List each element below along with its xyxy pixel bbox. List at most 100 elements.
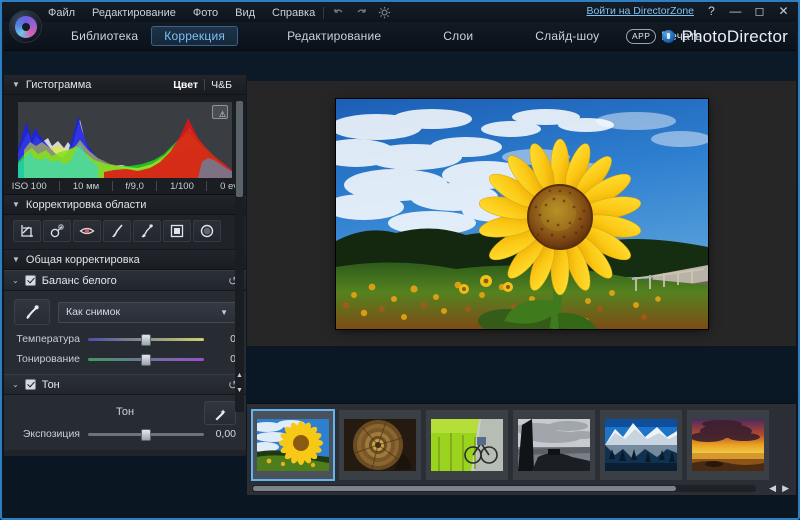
flag-filter-icon[interactable]: ▼ [364,380,401,399]
temperature-slider[interactable] [88,338,204,341]
flag-reject-icon[interactable] [415,356,427,367]
copy-button[interactable]: Копировать... [12,464,123,483]
rating-dots[interactable] [446,359,494,363]
rating-dot[interactable] [446,359,450,363]
photo-canvas[interactable] [247,81,796,346]
flag-pick-icon[interactable] [401,356,413,367]
spot-removal-icon[interactable] [43,220,71,242]
app-badge[interactable]: APP [626,29,657,44]
histogram-graph[interactable] [18,102,232,178]
photo-only-view-icon[interactable] [282,56,307,75]
tone-header[interactable]: ⌄ Тон ↺ [4,374,246,395]
tab-preset[interactable]: Пресет [127,53,244,75]
gradient-mask-icon[interactable] [163,220,191,242]
slider-knob[interactable] [141,334,151,346]
share-button[interactable]: f Поделиться... [655,379,763,400]
sort-order-icon[interactable] [326,352,351,371]
left-panel-scrollbar[interactable] [235,99,244,412]
color-label-red[interactable] [513,356,523,366]
auto-tone-wand-icon[interactable] [204,401,236,425]
close-button[interactable]: ✕ [777,4,790,18]
module-edit[interactable]: Редактирование [274,26,394,46]
directorzone-link[interactable]: Войти на DirectorZone [586,5,694,17]
filmstrip-prev-icon[interactable]: ◀ [769,483,776,494]
compare-view-icon[interactable] [353,56,378,75]
white-balance-checkbox[interactable] [25,275,36,286]
histogram-mode-bw[interactable]: Ч&Б [205,79,238,91]
before-view-icon[interactable] [255,352,280,371]
menu-view[interactable]: Вид [235,7,255,19]
thumbnail-grid-icon[interactable] [255,380,280,399]
menu-photo[interactable]: Фото [193,7,218,19]
main-photo[interactable] [336,99,708,329]
thumbnail-item[interactable] [686,409,770,481]
copy-filter-icon[interactable]: ▼ [486,380,519,399]
thumbnail-item[interactable] [338,409,422,481]
thumbnail-item[interactable] [425,409,509,481]
notification-dot-icon[interactable] [662,30,675,43]
crop-rotate-icon[interactable] [13,220,41,242]
grid-view-icon[interactable] [309,56,334,75]
list-options-icon[interactable] [609,355,627,368]
color-label-blue[interactable] [527,356,537,366]
white-balance-header[interactable]: ⌄ Баланс белого ↺ [4,270,246,291]
zoom-magnifier-icon[interactable] [736,56,761,75]
rename-pencil-icon[interactable] [357,352,382,371]
rating-dot[interactable] [490,359,494,363]
tab-manual[interactable]: Вручную [7,53,124,75]
white-balance-preset-select[interactable]: Как снимок ▼ [58,302,236,323]
scroll-down-icon[interactable]: ▼ [236,387,243,394]
thumbnail-item[interactable] [599,409,683,481]
settings-gear-icon[interactable] [378,6,391,19]
eyedropper-icon[interactable] [14,299,50,325]
histogram-mode-color[interactable]: Цвет [167,79,204,91]
module-layers[interactable]: Слои [430,26,486,46]
maximize-button[interactable]: ◻ [753,4,766,18]
slider-knob[interactable] [141,429,151,441]
tint-slider[interactable] [88,358,204,361]
tone-checkbox[interactable] [25,379,36,390]
scale-select[interactable]: Заполнить ▼ [696,352,788,371]
thumbnail-item[interactable] [512,409,596,481]
rating-dot[interactable] [457,359,461,363]
module-slideshow[interactable]: Слайд-шоу [522,26,612,46]
global-section-header[interactable]: ▼ Общая корректировка [4,250,246,270]
color-label-green[interactable] [541,356,551,366]
label-filter-icon[interactable]: ▼ [444,380,476,399]
color-label-purple[interactable] [569,356,579,366]
export-button[interactable]: Экспорт... [559,379,648,400]
brush-selection-icon[interactable] [133,220,161,242]
help-button[interactable]: ? [705,4,718,18]
region-section-header[interactable]: ▼ Корректировка области [4,195,246,215]
thumbnail-item[interactable] [251,409,335,481]
scroll-stepper[interactable]: ▲ ▼ [235,372,244,394]
exposure-slider[interactable] [88,433,204,436]
color-label-yellow[interactable] [555,356,565,366]
module-adjustment[interactable]: Коррекция [151,26,238,46]
scrollbar-thumb[interactable] [253,486,676,491]
menu-file[interactable]: Файл [48,7,75,19]
scrollbar-thumb[interactable] [236,101,243,197]
undo-icon[interactable] [332,6,345,19]
single-photo-view-icon[interactable] [255,56,280,75]
filmstrip-next-icon[interactable]: ▶ [782,483,789,494]
paste-button[interactable]: Вставить [128,464,239,483]
radial-mask-icon[interactable] [193,220,221,242]
pan-hand-icon[interactable] [763,56,788,75]
rating-dot[interactable] [468,359,472,363]
menu-edit[interactable]: Редактирование [92,7,176,19]
filmstrip-scrollbar[interactable] [252,485,756,492]
rating-dot[interactable] [479,359,483,363]
histogram-section-header[interactable]: ▼ Гистограмма Цвет Ч&Б [4,75,246,95]
list-view-icon[interactable] [282,380,307,399]
module-library[interactable]: Библиотека [58,26,151,46]
menu-help[interactable]: Справка [272,7,315,19]
before-after-split-icon[interactable] [282,352,307,371]
redo-icon[interactable] [355,6,368,19]
reset-button[interactable]: Сбросить [12,488,123,507]
adjustment-brush-icon[interactable] [103,220,131,242]
share-dropdown-button[interactable]: ▼ [770,379,788,400]
rating-filter-icon[interactable]: ▼ [407,380,438,399]
slider-knob[interactable] [141,354,151,366]
scroll-up-icon[interactable]: ▲ [236,372,243,379]
